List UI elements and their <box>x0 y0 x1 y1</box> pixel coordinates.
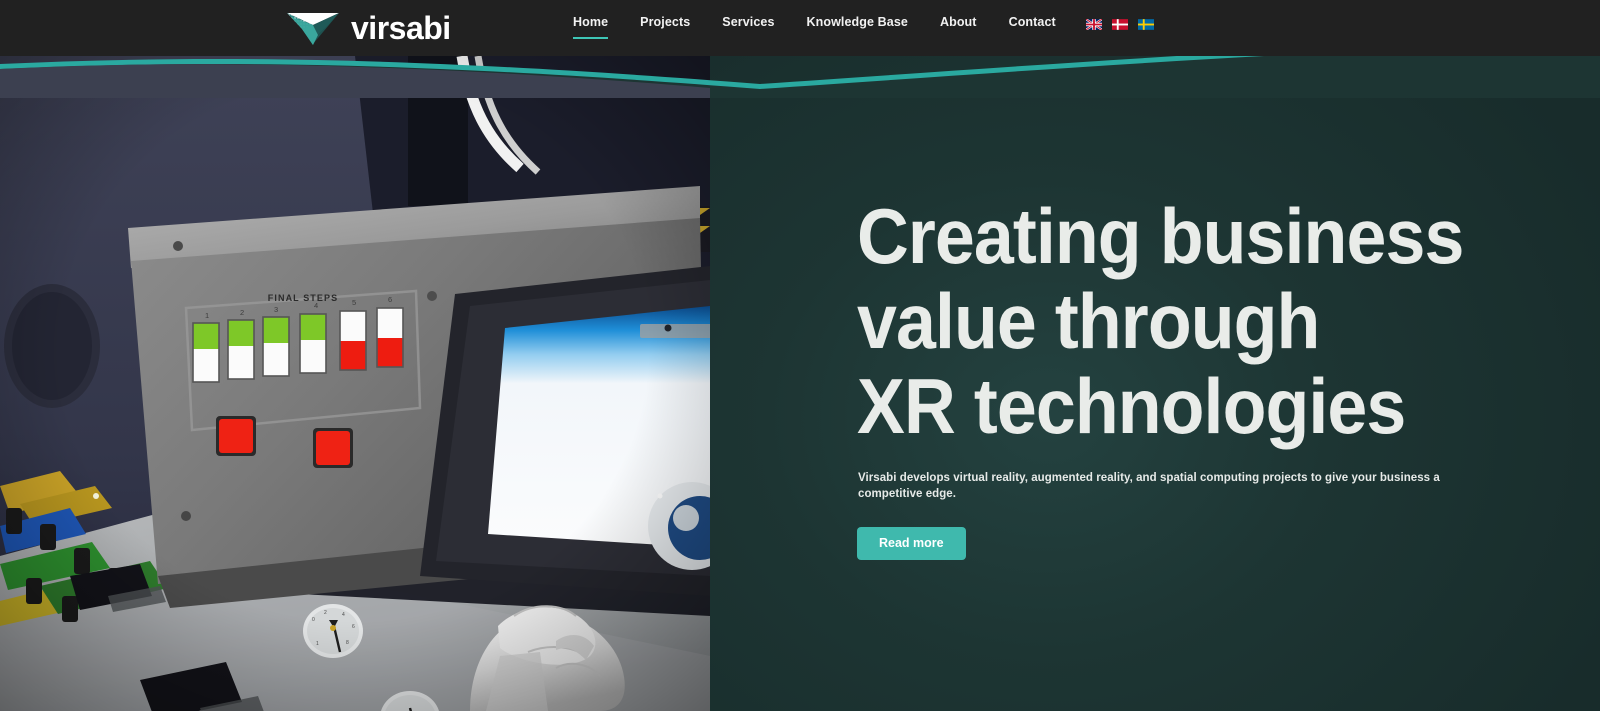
nav-item-knowledge-base[interactable]: Knowledge Base <box>807 14 908 39</box>
nav-item-contact[interactable]: Contact <box>1009 14 1056 39</box>
read-more-button[interactable]: Read more <box>857 527 966 560</box>
hero-text-panel: Creating business value through XR techn… <box>710 56 1600 711</box>
flag-danish-icon[interactable] <box>1112 19 1128 30</box>
hero-image: FINAL STEPS 1 2 3 4 5 6 <box>0 56 710 711</box>
nav-item-about[interactable]: About <box>940 14 977 39</box>
headline-line-3: XR technologies <box>857 362 1406 450</box>
main-navigation: Home Projects Services Knowledge Base Ab… <box>573 14 1056 39</box>
nav-item-projects[interactable]: Projects <box>640 14 690 39</box>
language-switcher <box>1086 19 1154 30</box>
hero-subtitle: Virsabi develops virtual reality, augmen… <box>858 472 1440 500</box>
hero-content: Creating business value through XR techn… <box>857 56 1557 711</box>
brand-name: virsabi <box>351 10 451 46</box>
virsabi-triangle-logo-icon <box>287 13 339 45</box>
hero-section: FINAL STEPS 1 2 3 4 5 6 <box>0 56 1600 711</box>
headline-line-1: Creating business <box>857 192 1464 280</box>
simulator-cockpit-photo: FINAL STEPS 1 2 3 4 5 6 <box>0 56 710 711</box>
nav-item-home[interactable]: Home <box>573 14 609 39</box>
page-title: Creating business value through XR techn… <box>857 194 1464 449</box>
flag-english-icon[interactable] <box>1086 19 1102 30</box>
site-header: virsabi Home Projects Services Knowledge… <box>0 0 1600 56</box>
nav-item-services[interactable]: Services <box>722 14 774 39</box>
page-root: virsabi Home Projects Services Knowledge… <box>0 0 1600 711</box>
flag-swedish-icon[interactable] <box>1138 19 1154 30</box>
site-logo[interactable]: virsabi <box>282 6 451 50</box>
headline-line-2: value through <box>857 277 1320 365</box>
